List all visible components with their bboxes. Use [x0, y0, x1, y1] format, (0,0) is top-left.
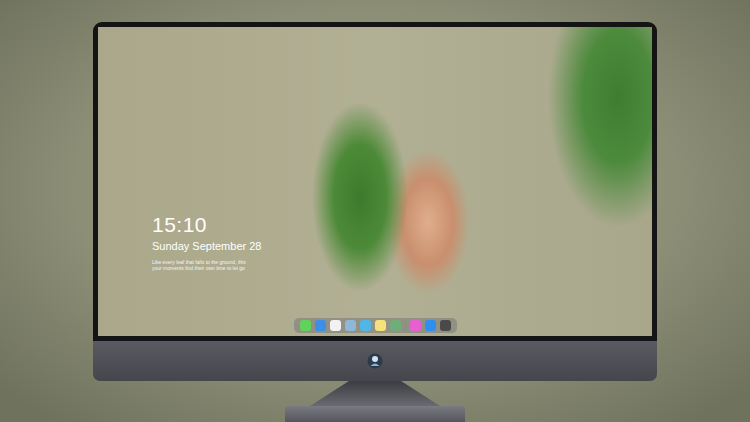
monitor-base — [285, 406, 465, 422]
app-icon[interactable] — [330, 320, 341, 331]
clock-date: Sunday September 28 — [152, 239, 652, 253]
lock-message: Like every leaf that falls to the ground… — [152, 259, 652, 271]
brand-logo-icon — [367, 353, 383, 369]
app-icon[interactable] — [425, 320, 436, 331]
app-icon[interactable] — [390, 320, 401, 331]
monitor-bezel: 15:10 Sunday September 28 Like every leaf … — [93, 22, 657, 341]
dock-divider — [405, 321, 406, 331]
monitor-neck — [310, 381, 440, 406]
clock-time: 15:10 — [152, 213, 652, 237]
app-icon[interactable] — [440, 320, 451, 331]
app-icon[interactable] — [360, 320, 371, 331]
app-icon[interactable] — [375, 320, 386, 331]
monitor-chin — [93, 341, 657, 381]
app-icon[interactable] — [315, 320, 326, 331]
app-icon[interactable] — [345, 320, 356, 331]
message-line: your moments find their own time to let … — [152, 265, 652, 271]
desktop-background: 15:10 Sunday September 28 Like every leaf … — [0, 0, 750, 422]
app-icon[interactable] — [300, 320, 311, 331]
dock — [294, 318, 457, 333]
lock-info: 15:10 Sunday September 28 Like every leaf … — [98, 213, 652, 271]
lock-screen: 15:10 Sunday September 28 Like every leaf … — [98, 27, 652, 336]
message-line: Like every leaf that falls to the ground… — [152, 259, 652, 265]
app-icon[interactable] — [410, 320, 421, 331]
